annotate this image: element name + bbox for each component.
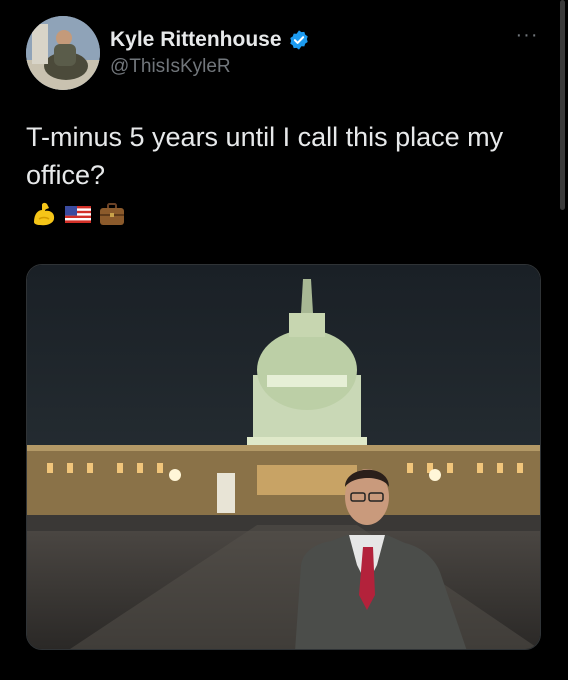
- scrollbar[interactable]: [560, 0, 565, 210]
- emoji-row: [30, 200, 126, 228]
- us-flag-emoji-icon: [65, 206, 91, 223]
- briefcase-emoji-icon: [100, 203, 124, 225]
- avatar[interactable]: [26, 16, 100, 90]
- handle[interactable]: @ThisIsKyleR: [110, 56, 231, 78]
- tweet-media[interactable]: [26, 264, 541, 650]
- capitol-building-photo-icon: [27, 265, 540, 649]
- tweet: Kyle Rittenhouse @ThisIsKyleR ··· T-minu…: [0, 0, 568, 680]
- verified-badge-icon: [289, 30, 308, 50]
- more-options-icon[interactable]: ···: [512, 25, 542, 50]
- display-name[interactable]: Kyle Rittenhouse: [110, 28, 282, 52]
- profile-photo-icon: [26, 16, 100, 90]
- name-row: Kyle Rittenhouse: [110, 28, 310, 52]
- tweet-text: T-minus 5 years until I call this place …: [26, 122, 504, 190]
- flexed-biceps-emoji-icon: [34, 202, 55, 226]
